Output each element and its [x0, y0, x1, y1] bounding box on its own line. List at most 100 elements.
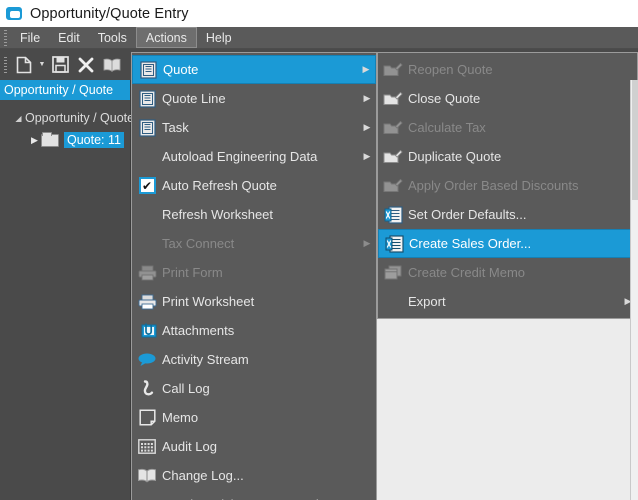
tree-body: ◢ Opportunity / Quote ▶ Quote: 11: [0, 100, 134, 151]
submenu-item-close-quote[interactable]: Close Quote: [378, 84, 637, 113]
save-disk-icon[interactable]: [47, 52, 73, 78]
folder-pencil-icon: [378, 62, 408, 78]
title-bar: Opportunity/Quote Entry: [0, 0, 638, 27]
windows-stack-icon: [378, 265, 408, 281]
folder-pencil-icon: [378, 178, 408, 194]
navigation-tree-panel: Opportunity / Quote ◢ Opportunity / Quot…: [0, 80, 134, 500]
submenu-item-label: Apply Order Based Discounts: [408, 178, 579, 193]
menu-item-attachments[interactable]: Attachments: [132, 316, 376, 345]
submenu-item-apply-order-based-discounts: Apply Order Based Discounts: [378, 171, 637, 200]
menu-bar: File Edit Tools Actions Help: [0, 27, 638, 49]
order-form-icon: [379, 234, 409, 253]
folder-pencil-icon: [378, 91, 408, 107]
caret-down-icon[interactable]: ▼: [37, 52, 47, 78]
scrollbar-thumb[interactable]: [632, 80, 638, 200]
menu-item-label: Activity Stream: [162, 352, 249, 367]
checkbox-checked-icon[interactable]: ✔: [132, 177, 162, 194]
book-icon: [132, 468, 162, 483]
attachment-icon: [132, 322, 162, 339]
submenu-item-label: Duplicate Quote: [408, 149, 502, 164]
submenu-item-label: Create Credit Memo: [408, 265, 526, 280]
submenu-item-label: Close Quote: [408, 91, 481, 106]
tree-node-opportunity-quote[interactable]: ◢ Opportunity / Quote: [0, 107, 134, 129]
menu-item-label: Call Log: [162, 381, 210, 396]
menu-item-label: Change Log...: [162, 468, 244, 483]
twisty-right-icon[interactable]: ▶: [28, 135, 41, 146]
speech-bubble-icon: [132, 352, 162, 367]
menu-item-tax-connect: Tax Connect ▶: [132, 229, 376, 258]
submenu-item-label: Reopen Quote: [408, 62, 493, 77]
submenu-item-set-order-defaults[interactable]: Set Order Defaults...: [378, 200, 637, 229]
submenu-item-export[interactable]: Export ▶: [378, 287, 637, 316]
menu-item-label: Refresh Worksheet: [162, 207, 274, 222]
actions-dropdown-menu: Quote ▶ Quote Line ▶ Task ▶ Autoload Eng…: [131, 52, 377, 500]
quote-window-icon: [133, 60, 163, 79]
menu-item-audit-log[interactable]: Audit Log: [132, 432, 376, 461]
menu-item-quote-line[interactable]: Quote Line ▶: [132, 84, 376, 113]
tree-node-label-selected: Quote: 11: [64, 132, 124, 148]
chevron-right-icon: ▶: [363, 151, 371, 161]
menu-help[interactable]: Help: [197, 27, 241, 48]
toolbar-grip[interactable]: [0, 56, 11, 73]
chevron-right-icon: ▶: [362, 64, 370, 74]
window-icon: [6, 7, 22, 20]
vertical-scrollbar[interactable]: [630, 80, 638, 500]
menu-tools[interactable]: Tools: [89, 27, 136, 48]
menu-item-label: Auto Refresh Quote: [162, 178, 277, 193]
menu-item-label: Task: [162, 120, 189, 135]
menu-item-quote[interactable]: Quote ▶: [132, 55, 376, 84]
quote-submenu: Reopen Quote Close Quote Calculate Tax D…: [377, 52, 638, 319]
submenu-item-reopen-quote: Reopen Quote: [378, 55, 637, 84]
menu-item-call-log[interactable]: Call Log: [132, 374, 376, 403]
menu-item-refresh-worksheet[interactable]: Refresh Worksheet: [132, 200, 376, 229]
chevron-right-icon: ▶: [363, 122, 371, 132]
menu-item-toggle-quick-access-panel[interactable]: Toggle Quick Access Panel: [132, 490, 376, 500]
menu-item-task[interactable]: Task ▶: [132, 113, 376, 142]
submenu-item-calculate-tax: Calculate Tax: [378, 113, 637, 142]
menu-item-label: Tax Connect: [162, 236, 235, 251]
delete-x-icon[interactable]: [73, 52, 99, 78]
folder-icon: [41, 131, 59, 147]
menu-item-label: Print Form: [162, 265, 223, 280]
menu-item-print-worksheet[interactable]: Print Worksheet: [132, 287, 376, 316]
printer-icon: [132, 294, 162, 310]
quote-window-icon: [132, 89, 162, 108]
submenu-item-create-sales-order[interactable]: Create Sales Order...: [378, 229, 637, 258]
submenu-item-duplicate-quote[interactable]: Duplicate Quote: [378, 142, 637, 171]
menu-item-label: Autoload Engineering Data: [162, 149, 318, 164]
book-icon[interactable]: [99, 52, 125, 78]
menu-item-label: Quote Line: [162, 91, 226, 106]
submenu-item-label: Create Sales Order...: [409, 236, 532, 251]
chevron-right-icon: ▶: [363, 238, 371, 248]
submenu-item-label: Export: [408, 294, 446, 309]
menu-item-label: Memo: [162, 410, 199, 425]
menu-item-label: Audit Log: [162, 439, 217, 454]
new-document-icon[interactable]: [11, 52, 37, 78]
menubar-grip[interactable]: [0, 27, 11, 48]
printer-icon: [132, 265, 162, 281]
menu-item-memo[interactable]: Memo: [132, 403, 376, 432]
grid-icon: [132, 439, 162, 454]
menu-item-activity-stream[interactable]: Activity Stream: [132, 345, 376, 374]
menu-file[interactable]: File: [11, 27, 49, 48]
menu-item-change-log[interactable]: Change Log...: [132, 461, 376, 490]
menu-edit[interactable]: Edit: [49, 27, 89, 48]
order-form-icon: [378, 205, 408, 224]
submenu-item-label: Calculate Tax: [408, 120, 486, 135]
application-window: Opportunity/Quote Entry File Edit Tools …: [0, 0, 638, 500]
note-icon: [132, 409, 162, 426]
phone-icon: [132, 379, 162, 398]
menu-actions[interactable]: Actions: [135, 27, 197, 48]
folder-pencil-icon: [378, 149, 408, 165]
menu-item-label: Print Worksheet: [162, 294, 255, 309]
twisty-down-icon[interactable]: ◢: [12, 114, 25, 123]
tree-node-label: Opportunity / Quote: [25, 111, 135, 125]
chevron-right-icon: ▶: [363, 93, 371, 103]
submenu-item-label: Set Order Defaults...: [408, 207, 527, 222]
submenu-item-create-credit-memo: Create Credit Memo: [378, 258, 637, 287]
menu-item-autoload-engineering-data[interactable]: Autoload Engineering Data ▶: [132, 142, 376, 171]
menu-item-label: Quote: [163, 62, 199, 77]
tree-node-quote[interactable]: ▶ Quote: 11: [0, 129, 130, 151]
menu-item-auto-refresh-quote[interactable]: ✔ Auto Refresh Quote: [132, 171, 376, 200]
menu-item-print-form: Print Form: [132, 258, 376, 287]
